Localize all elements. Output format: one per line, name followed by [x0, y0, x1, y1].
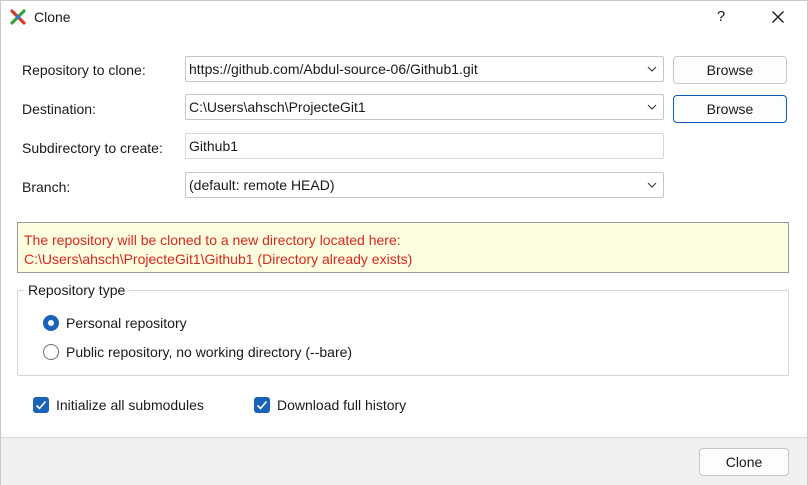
personal-repository-radio[interactable] [43, 315, 59, 331]
repository-type-group [17, 290, 789, 376]
chevron-down-icon [647, 66, 657, 72]
branch-combobox[interactable]: (default: remote HEAD) [185, 172, 664, 198]
browse-destination-button[interactable]: Browse [673, 95, 787, 123]
destination-label: Destination: [22, 101, 96, 117]
info-line-2: C:\Users\ahsch\ProjecteGit1\Github1 (Dir… [24, 251, 413, 267]
help-button[interactable]: ? [707, 4, 735, 30]
title-bar: Clone ? [1, 1, 807, 34]
subdirectory-label: Subdirectory to create: [22, 140, 163, 156]
repository-label: Repository to clone: [22, 62, 146, 78]
public-repository-radio[interactable] [43, 344, 59, 360]
clone-button[interactable]: Clone [699, 448, 789, 476]
browse-repository-button[interactable]: Browse [673, 56, 787, 84]
checkmark-icon [35, 400, 47, 410]
destination-value: C:\Users\ahsch\ProjecteGit1 [189, 99, 366, 115]
chevron-down-icon [647, 104, 657, 110]
initialize-submodules-label: Initialize all submodules [56, 397, 204, 413]
clone-dialog: Clone ? Repository to clone: https://git… [0, 0, 808, 485]
destination-combobox[interactable]: C:\Users\ahsch\ProjecteGit1 [185, 94, 664, 120]
destination-info-box: The repository will be cloned to a new d… [17, 222, 789, 273]
initialize-submodules-checkbox[interactable] [33, 397, 49, 413]
download-full-history-label: Download full history [277, 397, 407, 413]
repository-type-title: Repository type [24, 282, 130, 298]
branch-label: Branch: [22, 179, 71, 195]
chevron-down-icon [647, 182, 657, 188]
personal-repository-label: Personal repository [66, 315, 187, 331]
dialog-footer: Clone [1, 437, 807, 485]
close-button[interactable] [763, 4, 793, 30]
repository-value: https://github.com/Abdul-source-06/Githu… [189, 61, 478, 77]
repository-combobox[interactable]: https://github.com/Abdul-source-06/Githu… [185, 56, 664, 82]
close-icon [772, 11, 784, 23]
subdirectory-input[interactable]: Github1 [185, 133, 664, 159]
public-repository-label: Public repository, no working directory … [66, 344, 353, 360]
info-line-1: The repository will be cloned to a new d… [24, 232, 401, 248]
branch-value: (default: remote HEAD) [189, 177, 335, 193]
download-full-history-checkbox[interactable] [254, 397, 270, 413]
window-title: Clone [34, 9, 71, 25]
checkmark-icon [256, 400, 268, 410]
git-extensions-icon [10, 9, 26, 25]
